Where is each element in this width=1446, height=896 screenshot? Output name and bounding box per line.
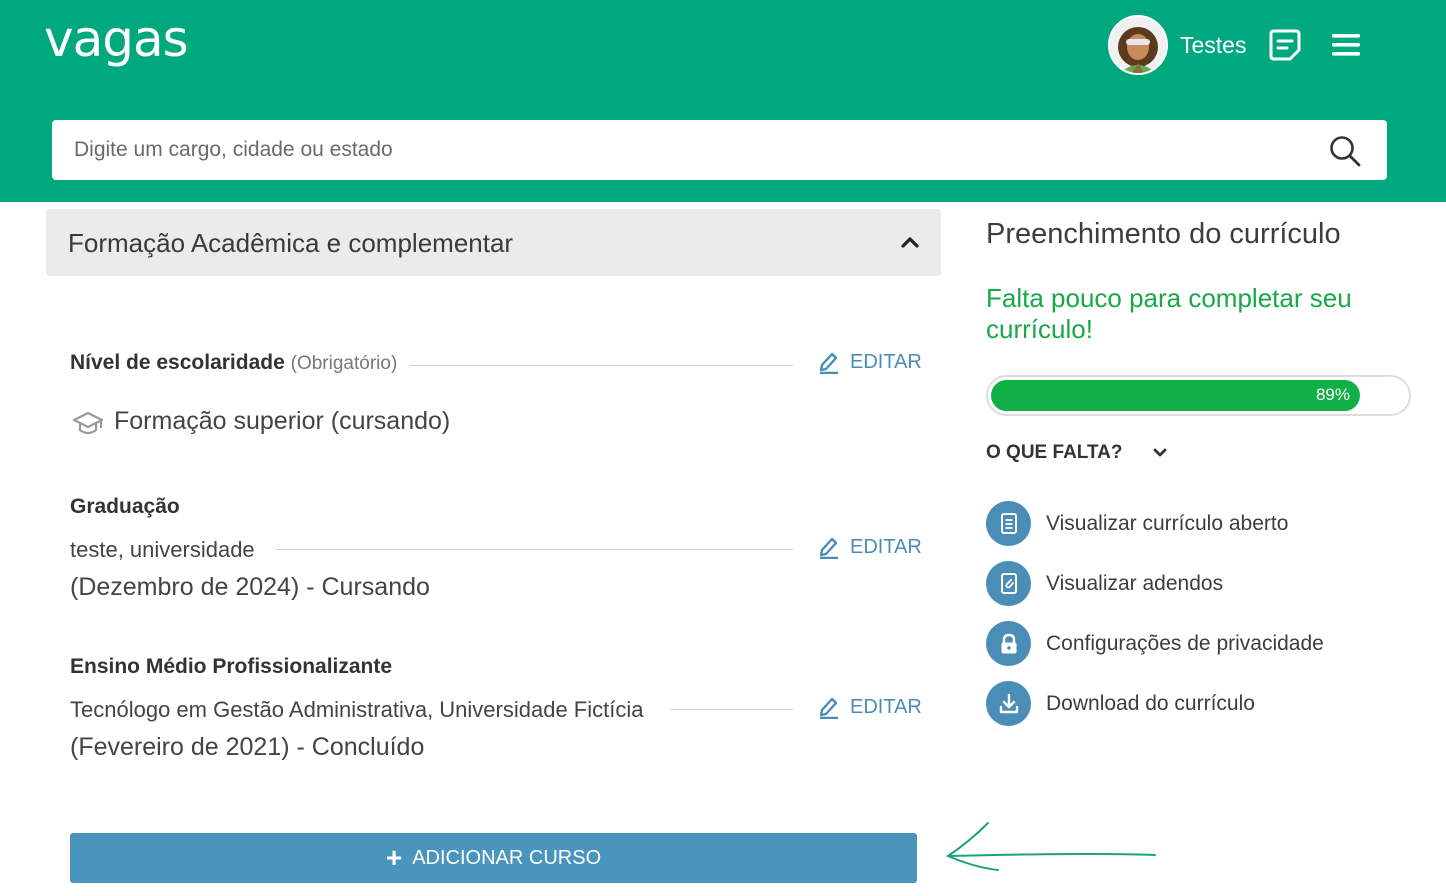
privacy-settings-link[interactable]: Configurações de privacidade bbox=[986, 621, 1324, 666]
lock-icon bbox=[986, 621, 1031, 666]
education-level-label: Nível de escolaridade (Obrigatório) bbox=[70, 351, 397, 375]
education-level-title: Nível de escolaridade bbox=[70, 351, 285, 374]
notes-icon[interactable] bbox=[1268, 28, 1302, 67]
user-menu[interactable]: Testes bbox=[1108, 15, 1246, 75]
search-bar bbox=[52, 120, 1387, 180]
missing-label: O QUE FALTA? bbox=[986, 442, 1123, 463]
document-icon bbox=[986, 501, 1031, 546]
annotation-arrow-icon bbox=[945, 822, 1156, 871]
add-course-label: ADICIONAR CURSO bbox=[412, 846, 602, 869]
download-resume-link[interactable]: Download do currículo bbox=[986, 681, 1255, 726]
pencil-icon bbox=[819, 537, 838, 559]
avatar[interactable] bbox=[1108, 15, 1168, 75]
entry-detail: Tecnólogo em Gestão Administrativa, Univ… bbox=[70, 697, 644, 722]
add-course-button[interactable]: + ADICIONAR CURSO bbox=[70, 833, 917, 883]
search-icon[interactable] bbox=[1329, 135, 1361, 172]
link-label: Visualizar adendos bbox=[1046, 571, 1224, 595]
chevron-down-icon bbox=[1153, 448, 1166, 457]
completion-progress-bar: 89% bbox=[986, 375, 1411, 416]
section-header[interactable]: Formação Acadêmica e complementar bbox=[46, 209, 941, 276]
pencil-icon bbox=[819, 352, 838, 374]
edit-label: EDITAR bbox=[850, 535, 922, 558]
entry-detail: teste, universidade bbox=[70, 537, 255, 562]
search-input[interactable] bbox=[52, 120, 1312, 180]
attachment-icon bbox=[986, 561, 1031, 606]
entry-period: (Dezembro de 2024) - Cursando bbox=[70, 573, 430, 601]
user-name[interactable]: Testes bbox=[1180, 32, 1246, 59]
link-label: Configurações de privacidade bbox=[1046, 631, 1324, 655]
education-level-value: Formação superior (cursando) bbox=[114, 407, 451, 435]
progress-fill: 89% bbox=[991, 380, 1360, 411]
divider bbox=[410, 365, 793, 366]
entry-title: Ensino Médio Profissionalizante bbox=[70, 655, 393, 678]
edit-label: EDITAR bbox=[850, 350, 922, 373]
hamburger-menu-icon[interactable] bbox=[1331, 32, 1361, 63]
chevron-up-icon[interactable] bbox=[901, 235, 919, 254]
view-open-resume-link[interactable]: Visualizar currículo aberto bbox=[986, 501, 1288, 546]
entry-period: (Fevereiro de 2021) - Concluído bbox=[70, 733, 425, 761]
graduation-cap-icon bbox=[72, 410, 104, 443]
divider bbox=[276, 549, 793, 550]
section-title: Formação Acadêmica e complementar bbox=[68, 228, 514, 258]
header: vagas Testes bbox=[0, 0, 1446, 202]
resume-completion-title: Preenchimento do currículo bbox=[986, 218, 1341, 250]
what-is-missing-toggle[interactable]: O QUE FALTA? bbox=[986, 442, 1167, 464]
edit-graduation-button[interactable]: EDITAR bbox=[818, 535, 922, 559]
avatar-image bbox=[1110, 17, 1166, 73]
progress-label: 89% bbox=[1315, 385, 1350, 404]
link-label: Download do currículo bbox=[1046, 691, 1255, 715]
vagas-logo[interactable]: vagas bbox=[44, 14, 189, 64]
download-icon bbox=[986, 681, 1031, 726]
plus-icon: + bbox=[385, 842, 403, 873]
edit-education-level-button[interactable]: EDITAR bbox=[818, 350, 922, 374]
divider bbox=[670, 709, 793, 710]
link-label: Visualizar currículo aberto bbox=[1046, 511, 1289, 535]
completion-message: Falta pouco para completar seu currículo… bbox=[986, 283, 1352, 344]
edit-technical-course-button[interactable]: EDITAR bbox=[818, 695, 922, 719]
pencil-icon bbox=[819, 697, 838, 719]
required-note: (Obrigatório) bbox=[290, 353, 398, 374]
edit-label: EDITAR bbox=[850, 695, 922, 718]
entry-title: Graduação bbox=[70, 495, 180, 518]
view-addenda-link[interactable]: Visualizar adendos bbox=[986, 561, 1223, 606]
